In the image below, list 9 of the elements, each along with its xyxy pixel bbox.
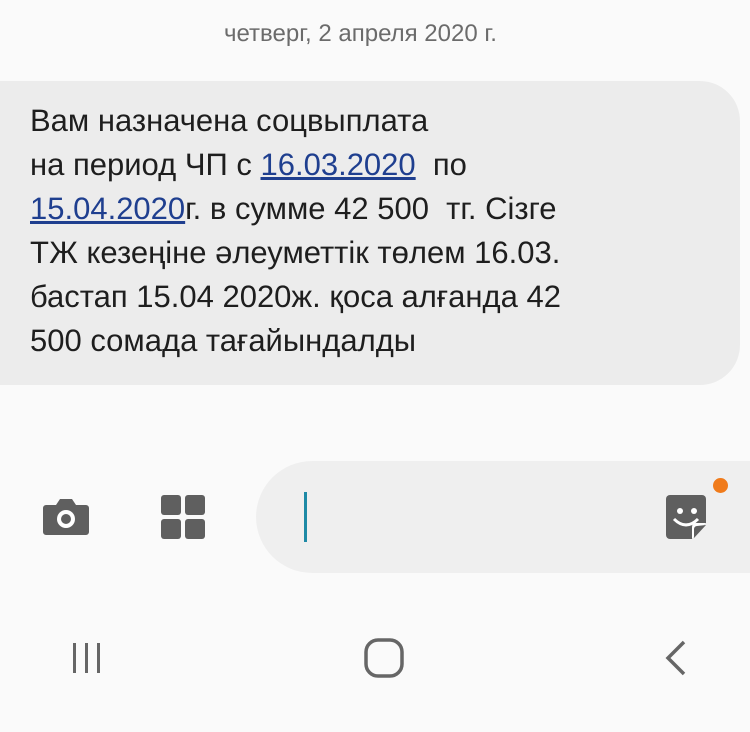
date-link[interactable]: 15.04.2020	[30, 191, 186, 226]
back-icon[interactable]	[664, 640, 688, 676]
home-icon[interactable]	[363, 637, 405, 679]
date-link[interactable]: 16.03.2020	[260, 147, 416, 182]
message-text: Вам назначена соцвыплата на период ЧП с 16.03.2020 по 15.04.2020г. в сумме 42 500 тг. Сізге ТЖ кезеңіне әлеуметтік төлем 16.03. бастап 15.04 2020ж. қоса алғанда 42 500 сомада тағайындалды	[30, 102, 562, 360]
apps-grid-icon[interactable]	[161, 495, 205, 539]
camera-icon[interactable]	[42, 497, 90, 537]
date-header: четверг, 2 апреля 2020 г.	[224, 20, 497, 48]
message-input-field[interactable]	[256, 461, 750, 573]
